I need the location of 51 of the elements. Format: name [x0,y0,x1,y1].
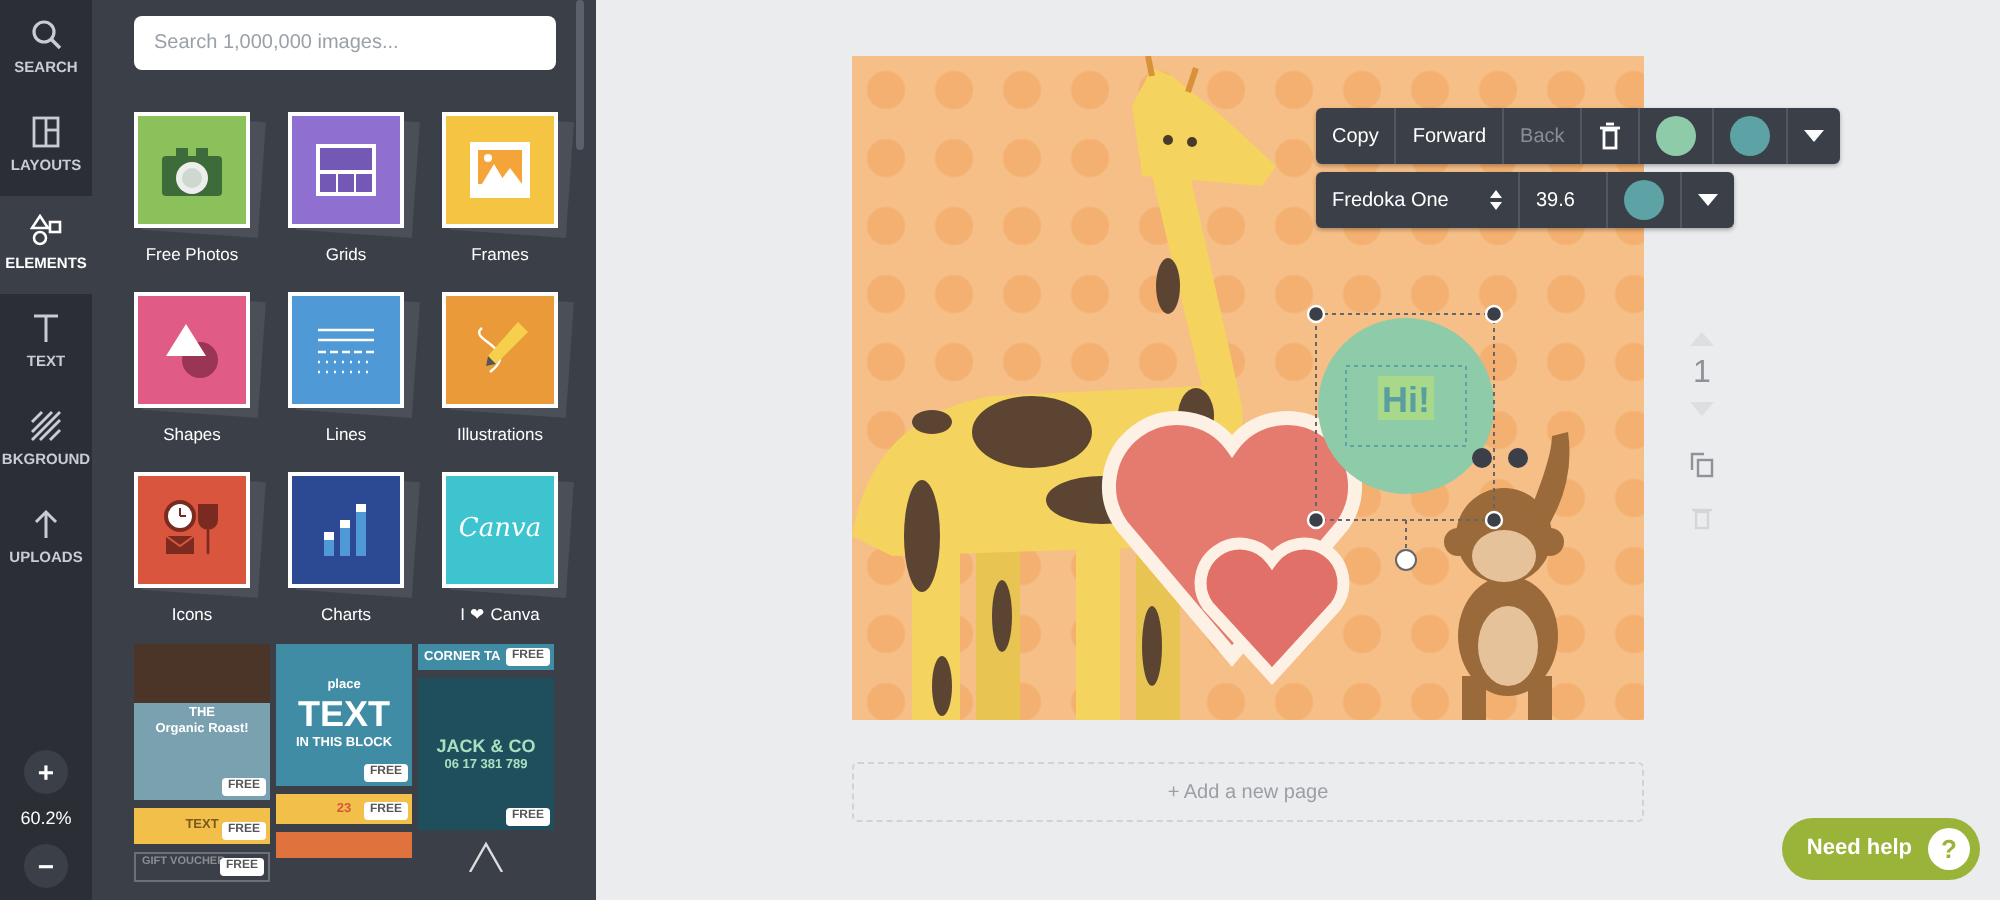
triangle-outline-icon [466,840,506,872]
template-text: JACK & CO [436,735,536,757]
shapes-icon [30,214,62,247]
wordmark-text: Canva [458,512,542,549]
color-swatch[interactable] [1624,180,1664,220]
zoom-out-button[interactable]: − [24,844,68,888]
category-tile[interactable] [442,112,558,228]
category-label[interactable]: Frames [471,244,529,266]
category-label[interactable]: Free Photos [145,244,239,266]
scrollbar-thumb[interactable] [576,0,584,150]
text-template-thumbnail[interactable] [276,832,412,858]
copy-page-icon [1690,452,1714,478]
category-tile[interactable] [288,292,404,408]
page-number: 1 [1693,358,1711,390]
zoom-in-button[interactable]: + [24,749,68,793]
category-tile[interactable] [134,472,250,588]
category-label[interactable]: Lines [325,424,367,446]
search-field[interactable]: Search 1,000,000 images... [134,16,556,70]
color-swatch[interactable] [1656,116,1697,156]
category-label[interactable]: I ❤ Canva [460,604,540,626]
help-icon: ? [1928,828,1970,870]
category-label[interactable]: Illustrations [457,424,543,446]
font-select[interactable]: Fredoka One [1316,172,1520,228]
category-label[interactable]: Icons [171,604,213,626]
category-tile[interactable] [134,112,250,228]
text-icon [30,312,62,345]
font-size-select[interactable]: 39.6 [1520,172,1608,228]
search-icon [30,18,62,51]
category-tile[interactable] [442,292,558,408]
bubble-text: Hi! [1382,380,1430,420]
stepper-icon [1490,190,1502,210]
template-text: TEXT [297,693,390,737]
monkey-drawing[interactable] [1444,432,1570,720]
category-label[interactable]: Shapes [163,424,221,446]
category-tile[interactable] [134,292,250,408]
category-label[interactable]: Charts [320,604,372,626]
trash-icon [1598,122,1623,150]
toolbar-button[interactable]: Forward [1396,108,1505,164]
hearts-drawing[interactable] [1102,411,1362,682]
selection-frame[interactable] [1306,304,1528,571]
hatch-icon [30,410,62,443]
category-tile[interactable] [288,112,404,228]
category-tile[interactable] [288,472,404,588]
toolbar-button[interactable]: Copy [1316,108,1397,164]
layouts-icon [30,116,62,149]
caret-icon [1698,194,1718,206]
zoom-level: 60.2% [20,805,72,831]
caret-icon [1804,130,1825,142]
category-label[interactable]: Grids [325,244,367,266]
upload-arrow-icon [30,508,62,541]
color-swatch[interactable] [1730,116,1771,156]
